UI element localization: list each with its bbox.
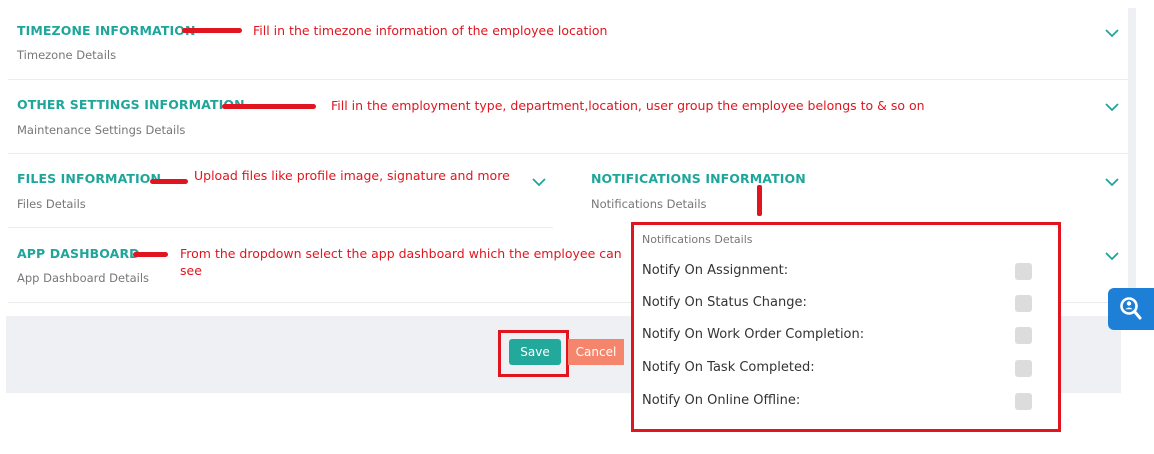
notify-on-status-change-checkbox[interactable]	[1015, 295, 1032, 312]
files-section-title[interactable]: FILES INFORMATION	[17, 171, 161, 186]
search-help-icon	[1120, 297, 1142, 320]
notify-label: Notify On Task Completed:	[642, 360, 815, 375]
scrollbar-track[interactable]	[1128, 8, 1136, 308]
notify-label: Notify On Online Offline:	[642, 393, 801, 408]
notify-on-task-completed-row: Notify On Task Completed:	[642, 358, 1037, 380]
files-section-subtitle: Files Details	[17, 197, 86, 211]
files-annotation: Upload files like profile image, signatu…	[194, 168, 510, 183]
app-dashboard-section-title[interactable]: APP DASHBOARD	[17, 246, 140, 261]
timezone-chevron-down-icon[interactable]	[1104, 28, 1120, 38]
notify-on-work-order-completion-checkbox[interactable]	[1015, 327, 1032, 344]
annotation-pointer-line	[150, 179, 188, 184]
app-dashboard-section-subtitle: App Dashboard Details	[17, 271, 150, 285]
files-chevron-down-icon[interactable]	[531, 177, 547, 187]
notifications-panel-header: Notifications Details	[642, 233, 753, 246]
search-help-button[interactable]	[1108, 288, 1154, 330]
notify-on-work-order-completion-row: Notify On Work Order Completion:	[642, 325, 1037, 347]
other-settings-annotation: Fill in the employment type, department,…	[331, 98, 925, 113]
timezone-section-title[interactable]: TIMEZONE INFORMATION	[17, 23, 196, 38]
other-settings-section-title[interactable]: OTHER SETTINGS INFORMATION	[17, 97, 245, 112]
annotation-pointer-line	[757, 185, 762, 216]
notify-on-assignment-checkbox[interactable]	[1015, 263, 1032, 280]
timezone-annotation: Fill in the timezone information of the …	[253, 23, 608, 38]
notifications-panel: Notifications Details Notify On Assignme…	[631, 222, 1061, 432]
other-settings-chevron-down-icon[interactable]	[1104, 102, 1120, 112]
notify-on-assignment-row: Notify On Assignment:	[642, 261, 1037, 283]
section-divider	[8, 79, 1128, 80]
notifications-section-subtitle: Notifications Details	[591, 197, 707, 211]
section-divider	[8, 153, 1128, 154]
cancel-button[interactable]: Cancel	[568, 339, 624, 365]
other-settings-section-subtitle: Maintenance Settings Details	[17, 123, 186, 137]
notifications-section-title[interactable]: NOTIFICATIONS INFORMATION	[591, 171, 806, 186]
notify-on-online-offline-row: Notify On Online Offline:	[642, 391, 1037, 413]
app-dashboard-annotation: From the dropdown select the app dashboa…	[180, 246, 622, 278]
notify-label: Notify On Status Change:	[642, 295, 807, 310]
annotation-pointer-line	[133, 252, 168, 257]
notify-on-task-completed-checkbox[interactable]	[1015, 360, 1032, 377]
notify-label: Notify On Assignment:	[642, 263, 789, 278]
notify-label: Notify On Work Order Completion:	[642, 327, 865, 342]
notify-on-status-change-row: Notify On Status Change:	[642, 293, 1037, 315]
section-divider	[8, 227, 553, 228]
timezone-section-subtitle: Timezone Details	[17, 48, 117, 62]
notify-on-online-offline-checkbox[interactable]	[1015, 393, 1032, 410]
app-dashboard-chevron-down-icon[interactable]	[1104, 251, 1120, 261]
notifications-chevron-down-icon[interactable]	[1104, 177, 1120, 187]
save-button[interactable]: Save	[509, 339, 561, 365]
annotation-pointer-line	[222, 104, 316, 109]
annotation-pointer-line	[182, 28, 242, 33]
